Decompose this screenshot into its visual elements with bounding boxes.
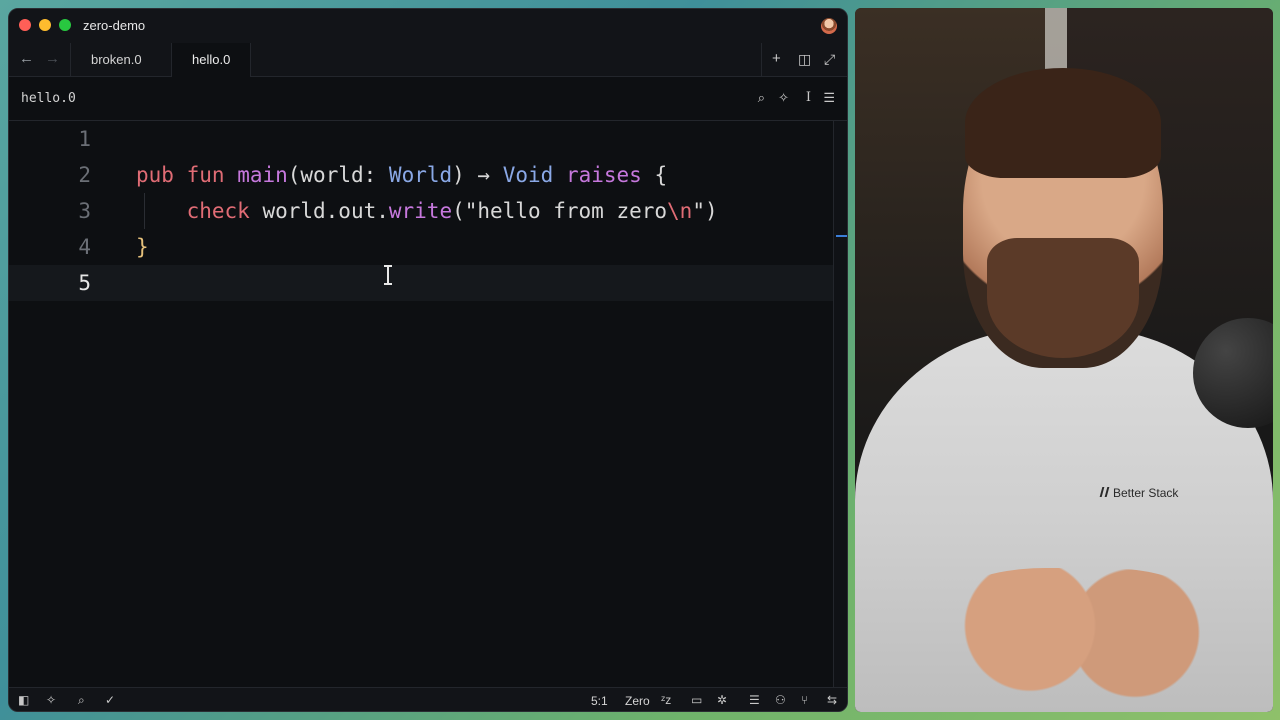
- sleep-icon[interactable]: ᶻz: [661, 693, 671, 707]
- code-line[interactable]: 4}: [9, 229, 835, 265]
- code-line[interactable]: 3 check world.out.write("hello from zero…: [9, 193, 835, 229]
- editor-window: zero-demo ← → broken.0 hello.0 + ◫ ⤢ hel…: [8, 8, 848, 712]
- presenter-hands: [925, 568, 1225, 712]
- tab-hello-0[interactable]: hello.0: [171, 43, 252, 78]
- outline-icon[interactable]: ☰: [749, 693, 760, 707]
- maximize-window-button[interactable]: [59, 19, 71, 31]
- check-icon[interactable]: ✓: [105, 693, 115, 707]
- tab-broken-0[interactable]: broken.0: [70, 43, 162, 77]
- code-token: {: [641, 163, 668, 187]
- presenter-hair: [965, 68, 1161, 178]
- settings-icon[interactable]: ☰: [823, 90, 835, 106]
- collaborators-icon[interactable]: ⚇: [775, 693, 786, 707]
- presenter-video: Better Stack: [855, 8, 1273, 712]
- line-number: 1: [78, 127, 91, 151]
- panel-toggle-icon[interactable]: ⇆: [827, 693, 837, 707]
- mouse-ibeam-cursor: [384, 265, 392, 285]
- code-token: raises: [565, 163, 642, 187]
- cursor-position[interactable]: 5:1: [591, 694, 608, 708]
- line-number: 3: [78, 199, 91, 223]
- code-text: pub fun main(world: World) → Void raises…: [136, 157, 667, 193]
- code-token: pub: [136, 163, 174, 187]
- shirt-logo-text: Better Stack: [1113, 486, 1179, 500]
- expand-icon[interactable]: ⤢: [824, 51, 835, 67]
- code-text: }: [136, 229, 149, 265]
- line-number: 5: [78, 271, 91, 295]
- tab-bar: ← → broken.0 hello.0 + ◫ ⤢: [9, 43, 847, 78]
- tab-actions: + ◫ ⤢: [761, 43, 847, 77]
- language-selector[interactable]: Zero: [625, 694, 650, 708]
- text-cursor-icon[interactable]: I: [806, 90, 811, 106]
- plus-icon[interactable]: +: [772, 51, 781, 67]
- title-bar: zero-demo: [9, 9, 847, 43]
- editor-scrollbar[interactable]: [833, 121, 847, 687]
- code-editor[interactable]: 1 2 pub fun main(world: World) → Void rais…: [9, 121, 835, 687]
- back-arrow-icon[interactable]: ←: [19, 51, 34, 67]
- code-token: World: [388, 163, 453, 187]
- split-pane-icon[interactable]: ◫: [798, 51, 811, 67]
- code-token: ("hello from zero: [452, 199, 668, 223]
- code-line[interactable]: 5: [9, 265, 835, 301]
- search-icon[interactable]: ⌕: [758, 90, 765, 106]
- search-icon[interactable]: ⌕: [78, 693, 85, 707]
- status-bar: ◧ ✧ ⌕ ✓ 5:1 Zero ᶻz ▭ ✲ ☰ ⚇ ⑂ ⇆: [9, 687, 847, 711]
- code-token: }: [136, 235, 149, 259]
- breadcrumb-bar: hello.0 ⌕ ✧ I ☰: [9, 77, 847, 121]
- sidebar-toggle-icon[interactable]: ◧: [18, 693, 29, 707]
- terminal-icon[interactable]: ▭: [691, 693, 702, 707]
- line-number: 2: [78, 163, 91, 187]
- code-token: check: [186, 199, 250, 223]
- assistant-icon[interactable]: ✧: [46, 693, 56, 707]
- code-token: write: [388, 199, 453, 223]
- better-stack-logo-icon: [1099, 486, 1111, 498]
- code-line[interactable]: 2 pub fun main(world: World) → Void raise…: [9, 157, 835, 193]
- assistant-icon[interactable]: ✧: [778, 90, 789, 106]
- code-token: fun: [186, 163, 225, 187]
- code-token: \n: [667, 199, 693, 223]
- scrollbar-cursor-marker: [836, 235, 847, 237]
- code-line[interactable]: 1: [9, 121, 835, 157]
- code-token: Void: [502, 163, 554, 187]
- close-window-button[interactable]: [19, 19, 31, 31]
- presenter-beard: [987, 238, 1139, 358]
- code-text: check world.out.write("hello from zero\n…: [136, 193, 718, 229]
- code-token: main: [237, 163, 288, 187]
- code-token: "): [692, 199, 718, 223]
- minimize-window-button[interactable]: [39, 19, 51, 31]
- breadcrumb[interactable]: hello.0: [21, 91, 76, 106]
- debug-icon[interactable]: ✲: [717, 693, 727, 707]
- line-number: 4: [78, 235, 91, 259]
- code-token: ) →: [452, 163, 503, 187]
- forward-arrow-icon[interactable]: →: [45, 51, 60, 67]
- code-token: (world:: [287, 163, 389, 187]
- user-avatar[interactable]: [821, 18, 837, 34]
- git-branch-icon[interactable]: ⑂: [801, 693, 808, 707]
- window-title: zero-demo: [83, 18, 146, 33]
- code-token: world.out.: [249, 199, 389, 223]
